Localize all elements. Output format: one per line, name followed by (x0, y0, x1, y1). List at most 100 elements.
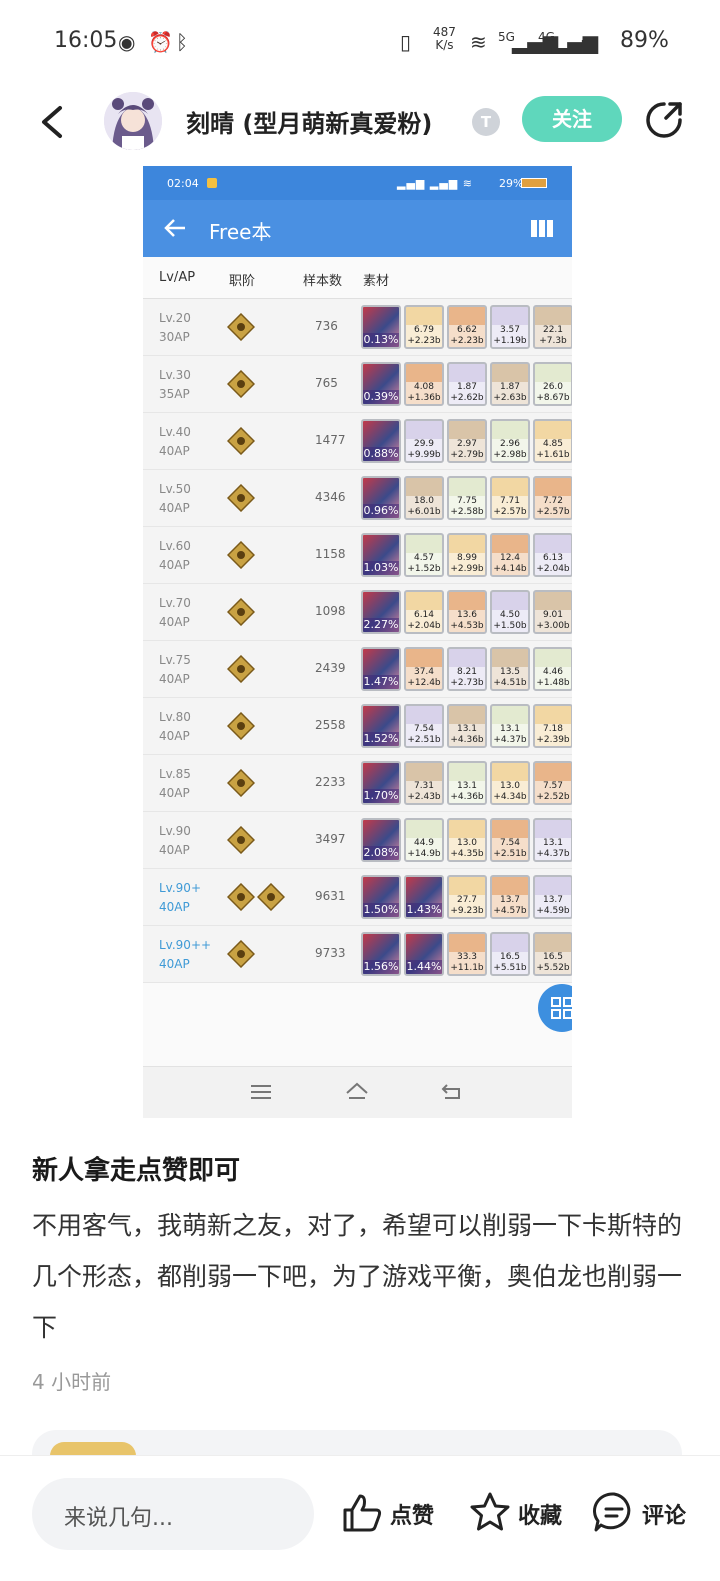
table-row[interactable]: Lv.90++ 40AP 9733 1.56% 1.44% 33.3 +11.1b 16.5 +… (143, 926, 572, 983)
like-button[interactable]: 点赞 (340, 1490, 450, 1536)
post-body: 不用客气，我萌新之友，对了，希望可以削弱一下卡斯特的几个形态，都削弱一下吧，为了… (32, 1211, 683, 1342)
material-tile[interactable]: 13.7 +4.59b (533, 875, 572, 919)
table-row[interactable]: Lv.60 40AP 1158 1.03% 4.57 +1.52b 8.99 +2.99b 12… (143, 527, 572, 584)
follow-button[interactable]: 关注 (522, 96, 622, 142)
drop-item-tile[interactable]: 2.27% (361, 590, 401, 634)
drop-item-tile[interactable]: 1.50% (361, 875, 401, 919)
share-button[interactable] (642, 98, 686, 142)
material-tile[interactable]: 13.1 +4.37b (490, 704, 530, 748)
material-ap: 13.0 (456, 838, 478, 848)
material-tile[interactable]: 13.7 +4.57b (490, 875, 530, 919)
material-tile[interactable]: 7.31 +2.43b (404, 761, 444, 805)
drop-item-tile[interactable]: 1.47% (361, 647, 401, 691)
table-row[interactable]: Lv.80 40AP 2558 1.52% 7.54 +2.51b 13.1 +4.36b 13… (143, 698, 572, 755)
material-tile[interactable]: 13.1 +4.36b (447, 704, 487, 748)
material-tile[interactable]: 4.85 +1.61b (533, 419, 572, 463)
row-level: Lv.70 40AP (159, 594, 191, 632)
material-bonus: +9.99b (407, 450, 441, 460)
username[interactable]: 刻晴 (型月萌新真爱粉) (186, 104, 432, 139)
avatar[interactable] (104, 92, 162, 150)
material-tile[interactable]: 1.87 +2.62b (447, 362, 487, 406)
material-tile[interactable]: 4.46 +1.48b (533, 647, 572, 691)
drop-item-tile[interactable]: 0.96% (361, 476, 401, 520)
material-tile[interactable]: 13.0 +4.34b (490, 761, 530, 805)
drop-item-tile[interactable]: 0.88% (361, 419, 401, 463)
material-tile[interactable]: 26.0 +8.67b (533, 362, 572, 406)
table-row[interactable]: Lv.75 40AP 2439 1.47% 37.4 +12.4b 8.21 +2.73b 13… (143, 641, 572, 698)
material-tile[interactable]: 33.3 +11.1b (447, 932, 487, 976)
material-tile[interactable]: 6.13 +2.04b (533, 533, 572, 577)
material-bonus: +1.19b (493, 336, 527, 346)
material-tile[interactable]: 4.57 +1.52b (404, 533, 444, 577)
table-row[interactable]: Lv.90+ 40AP 9631 1.50% 1.43% 27.7 +9.23b 13.7 +4… (143, 869, 572, 926)
material-tile[interactable]: 44.9 +14.9b (404, 818, 444, 862)
material-tile[interactable]: 16.5 +5.51b (490, 932, 530, 976)
table-row[interactable]: Lv.50 40AP 4346 0.96% 18.0 +6.01b 7.75 +2.58b 7.… (143, 470, 572, 527)
drop-item-tile[interactable]: 1.44% (404, 932, 444, 976)
material-tile[interactable]: 4.08 +1.36b (404, 362, 444, 406)
drop-item-tile[interactable]: 1.70% (361, 761, 401, 805)
columns-icon[interactable] (531, 220, 553, 237)
material-tile[interactable]: 7.54 +2.51b (404, 704, 444, 748)
table-row[interactable]: Lv.90 40AP 3497 2.08% 44.9 +14.9b 13.0 +4.35b 7.… (143, 812, 572, 869)
table-row[interactable]: Lv.70 40AP 1098 2.27% 6.14 +2.04b 13.6 +4.53b 4.… (143, 584, 572, 641)
favorite-button[interactable]: 收藏 (468, 1490, 578, 1536)
material-tile[interactable]: 13.1 +4.36b (447, 761, 487, 805)
material-tile[interactable]: 8.21 +2.73b (447, 647, 487, 691)
material-tile[interactable]: 4.50 +1.50b (490, 590, 530, 634)
material-tile[interactable]: 7.71 +2.57b (490, 476, 530, 520)
material-tile[interactable]: 16.5 +5.52b (533, 932, 572, 976)
menu-icon[interactable] (251, 1083, 271, 1101)
material-rate: 13.1 +4.36b (449, 724, 485, 746)
grid-fab-button[interactable] (538, 984, 572, 1032)
material-tile[interactable]: 2.96 +2.98b (490, 419, 530, 463)
comment-input[interactable]: 来说几句... (32, 1478, 314, 1550)
material-tile[interactable]: 7.54 +2.51b (490, 818, 530, 862)
drop-item-tile[interactable]: 0.13% (361, 305, 401, 349)
material-tile[interactable]: 8.99 +2.99b (447, 533, 487, 577)
comment-placeholder: 来说几句... (64, 1506, 173, 1531)
material-tile[interactable]: 13.6 +4.53b (447, 590, 487, 634)
drop-item-tile[interactable]: 2.08% (361, 818, 401, 862)
material-tile[interactable]: 3.57 +1.19b (490, 305, 530, 349)
material-tile[interactable]: 13.1 +4.37b (533, 818, 572, 862)
back-nav-icon[interactable] (441, 1081, 463, 1101)
post-image[interactable]: 02:04 ▂▄▆ ▂▄▆ ≋ 29% Free本 Lv/AP 职阶 样本数 素… (143, 166, 572, 1118)
comment-button[interactable]: 评论 (592, 1490, 702, 1536)
drop-item-tile[interactable]: 1.03% (361, 533, 401, 577)
drop-rate: 1.56% (363, 960, 399, 974)
material-tile[interactable]: 2.97 +2.79b (447, 419, 487, 463)
material-tile[interactable]: 37.4 +12.4b (404, 647, 444, 691)
back-button[interactable] (34, 100, 74, 144)
material-tile[interactable]: 29.9 +9.99b (404, 419, 444, 463)
arrow-left-icon[interactable] (163, 218, 187, 238)
drop-item-tile[interactable]: 0.39% (361, 362, 401, 406)
drop-item-tile[interactable]: 1.52% (361, 704, 401, 748)
material-tile[interactable]: 7.57 +2.52b (533, 761, 572, 805)
material-ap: 13.0 (499, 781, 521, 791)
table-row[interactable]: Lv.85 40AP 2233 1.70% 7.31 +2.43b 13.1 +4.36b 13… (143, 755, 572, 812)
material-tile[interactable]: 6.79 +2.23b (404, 305, 444, 349)
table-row[interactable]: Lv.20 30AP 736 0.13% 6.79 +2.23b 6.62 +2.23b 3.5… (143, 299, 572, 356)
table-row[interactable]: Lv.40 40AP 1477 0.88% 29.9 +9.99b 2.97 +2.79b 2.… (143, 413, 572, 470)
home-icon[interactable] (345, 1081, 369, 1101)
drop-item-tile[interactable]: 1.56% (361, 932, 401, 976)
material-tile[interactable]: 7.75 +2.58b (447, 476, 487, 520)
material-tile[interactable]: 22.1 +7.3b (533, 305, 572, 349)
drop-rate: 0.13% (363, 333, 399, 347)
row-sample-count: 1158 (315, 547, 346, 561)
material-tile[interactable]: 1.87 +2.63b (490, 362, 530, 406)
material-tile[interactable]: 13.5 +4.51b (490, 647, 530, 691)
material-tile[interactable]: 12.4 +4.14b (490, 533, 530, 577)
material-tile[interactable]: 27.7 +9.23b (447, 875, 487, 919)
class-icon (227, 712, 255, 740)
material-tile[interactable]: 6.62 +2.23b (447, 305, 487, 349)
material-tile[interactable]: 18.0 +6.01b (404, 476, 444, 520)
material-tile[interactable]: 9.01 +3.00b (533, 590, 572, 634)
drop-item-tile[interactable]: 1.43% (404, 875, 444, 919)
material-tile[interactable]: 7.18 +2.39b (533, 704, 572, 748)
material-tile[interactable]: 7.72 +2.57b (533, 476, 572, 520)
material-tile[interactable]: 13.0 +4.35b (447, 818, 487, 862)
material-tile[interactable]: 6.14 +2.04b (404, 590, 444, 634)
table-row[interactable]: Lv.30 35AP 765 0.39% 4.08 +1.36b 1.87 +2.62b 1.8… (143, 356, 572, 413)
